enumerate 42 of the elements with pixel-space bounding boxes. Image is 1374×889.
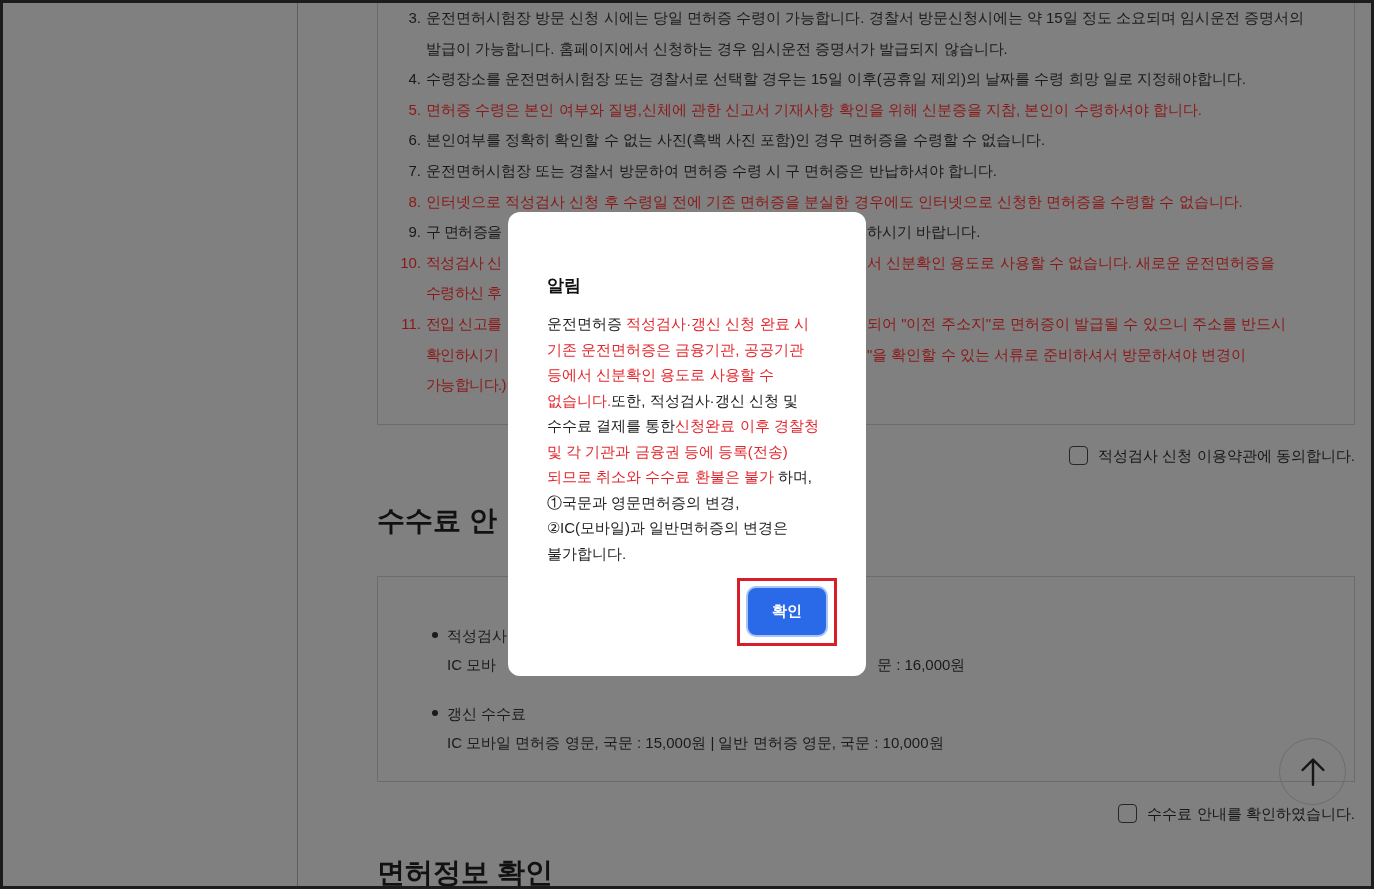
notice-text: 본인여부를 정확히 확인할 수 없는 사진(흑백 사진 포함)인 경우 면허증을 수령할 수 없습니다. — [426, 130, 1046, 151]
list-number: 3. — [408, 8, 421, 28]
list-number: 9. — [408, 222, 421, 243]
fee-title: 적성검사 — [447, 625, 507, 646]
dialog-title: 알림 — [547, 275, 581, 297]
fee-detail: 문 : 16,000원 — [877, 654, 966, 675]
notice-text: 수령하신 후 — [426, 283, 502, 304]
notice-text: 인터넷으로 적성검사 신청 후 수령일 전에 기존 면허증을 분실한 경우에도 인터넷으로 신청한 면허증을 수령할 수 없습니다. — [426, 191, 1243, 212]
list-number: 7. — [408, 160, 421, 181]
agreement-label: 적성검사 신청 이용약관에 동의합니다. — [1098, 445, 1355, 466]
agreement-label: 수수료 안내를 확인하였습니다. — [1147, 803, 1355, 824]
confirm-button[interactable]: 확인 — [746, 586, 828, 637]
fee-detail: IC 모바 — [447, 654, 497, 675]
notice-text: 하시기 바랍니다. — [867, 222, 981, 243]
notice-text: 전입 신고를 — [426, 313, 502, 334]
bullet-icon — [432, 710, 438, 717]
section-heading: 면허정보 확인 — [377, 858, 553, 886]
notice-text: 되어 "이전 주소지"로 면허증이 발급될 수 있으니 주소를 반드시 — [867, 313, 1286, 334]
notice-text: 면허증 수령은 본인 여부와 질병,신체에 관한 신고서 기재사항 확인을 위해 신분증을 지참, 본인이 수령하셔야 합니다. — [426, 99, 1202, 120]
notice-text: 가능합니다.) — [426, 375, 506, 396]
notice-text: 수령장소를 운전면허시험장 또는 경찰서로 선택할 경우는 15일 이후(공휴일 제외)의 날짜를 수령 희망 일로 지정해야합니다. — [426, 69, 1247, 90]
notice-text: "을 확인할 수 있는 서류로 준비하셔서 방문하셔야 변경이 — [867, 344, 1247, 365]
list-number: 5. — [408, 99, 421, 120]
fee-detail: IC 모바일 면허증 영문, 국문 : 15,000원 | 일반 면허증 영문, 국문 : 10,000원 — [447, 732, 944, 753]
section-heading: 수수료 안 — [377, 503, 497, 538]
arrow-up-icon — [1300, 757, 1325, 786]
notice-text: 운전면허시험장 방문 신청 시에는 당일 면허증 수령이 가능합니다. 경찰서 방문신청시에는 약 15일 정도 소요되며 임시운전 증명서의 발급이 가능합니다. 홈페이지에서 신청하는 경우 임시운전 증명서가 발급되지 않습니다. — [426, 8, 1305, 59]
notice-text: 구 면허증을 — [426, 222, 502, 243]
list-number: 8. — [408, 191, 421, 212]
notice-text: 적성검사 신 — [426, 252, 502, 273]
list-number: 6. — [408, 130, 421, 151]
dialog-message: 운전면허증 적성검사·갱신 신청 완료 시 기존 운전면허증은 금융기관, 공공기관 등에서 신분확인 용도로 사용할 수 없습니다.또한, 적성검사·갱신 신청 및 수수료 결제를 통한신청완료 이후 경찰청 및 각 기관과 금융권 등에 등록(전송) 되므로 취소와 수수료 환불은 불가 하며, ①국문과 영문면허증의 변경, ②IC(모바일)과 일반면허증의 변경은 불가합니다. — [547, 314, 820, 564]
notice-text: 운전면허시험장 또는 경찰서 방문하여 면허증 수령 시 구 면허증은 반납하셔야 합니다. — [426, 160, 997, 181]
checkbox[interactable] — [1069, 446, 1089, 466]
checkbox[interactable] — [1118, 804, 1138, 824]
bullet-icon — [432, 632, 438, 639]
list-number: 10. — [400, 252, 421, 273]
list-number: 4. — [408, 69, 421, 90]
fee-title: 갱신 수수료 — [447, 703, 527, 724]
notice-text: 확인하시기 — [426, 344, 498, 365]
notice-text: 서 신분확인 용도로 사용할 수 없습니다. 새로운 운전면허증을 — [867, 252, 1276, 273]
list-number: 11. — [401, 313, 421, 334]
